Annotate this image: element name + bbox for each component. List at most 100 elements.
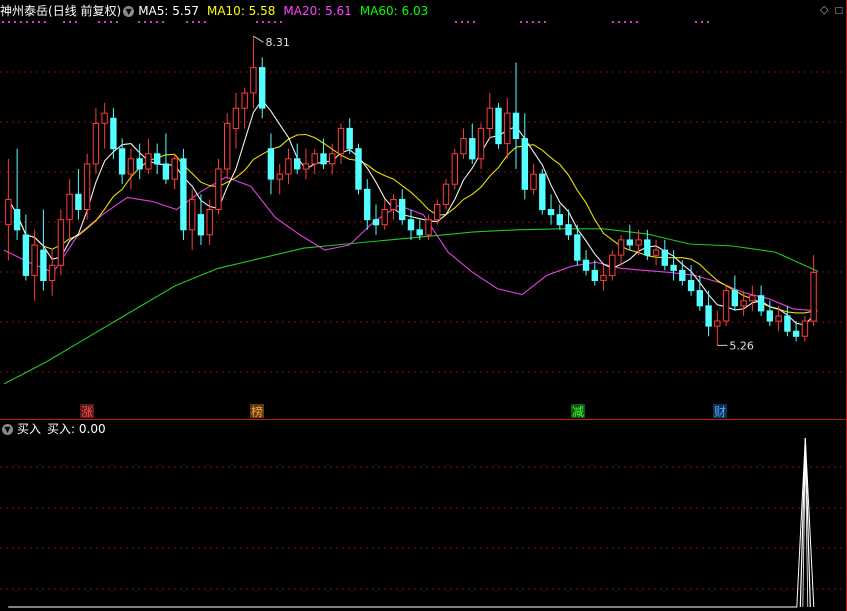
candle[interactable] <box>766 300 773 327</box>
svg-text:减: 减 <box>572 405 584 419</box>
candle[interactable] <box>346 118 353 154</box>
signal-dot <box>162 21 164 23</box>
chevron-down-icon[interactable]: ▼ <box>123 6 135 17</box>
period-label[interactable]: (日线 前复权) <box>48 2 121 20</box>
candle[interactable] <box>652 239 660 266</box>
candle[interactable] <box>477 123 485 169</box>
candle[interactable] <box>276 163 283 195</box>
candle[interactable] <box>521 113 528 200</box>
candle[interactable] <box>40 209 47 291</box>
top-dot-markers <box>2 21 709 23</box>
candle[interactable] <box>661 239 668 271</box>
chevron-down-icon[interactable]: ▼ <box>2 424 13 435</box>
candle[interactable] <box>206 199 213 246</box>
candle[interactable] <box>442 179 450 210</box>
candle[interactable] <box>801 315 809 342</box>
candle[interactable] <box>110 108 117 159</box>
candle[interactable] <box>31 229 38 301</box>
candle[interactable] <box>13 148 21 240</box>
event-marker[interactable]: 涨 <box>80 404 94 419</box>
candle[interactable] <box>714 310 721 346</box>
candle[interactable] <box>469 123 476 164</box>
event-marker[interactable]: 减 <box>571 404 585 419</box>
candle[interactable] <box>355 143 362 195</box>
stock-chart[interactable]: 8.31 5.26 涨 榜 减 财 <box>0 0 847 611</box>
candle[interactable] <box>810 255 817 327</box>
candle[interactable] <box>547 194 555 225</box>
candle[interactable] <box>399 189 406 225</box>
candle[interactable] <box>285 148 292 185</box>
candle[interactable] <box>224 113 231 180</box>
candle[interactable] <box>582 250 590 276</box>
candle[interactable] <box>609 250 616 281</box>
candle[interactable] <box>162 133 170 185</box>
candle[interactable] <box>679 260 686 286</box>
event-marker[interactable]: 财 <box>713 404 727 419</box>
candle[interactable] <box>294 143 301 175</box>
candle[interactable] <box>5 158 12 261</box>
candle[interactable] <box>92 108 100 175</box>
candle[interactable] <box>486 92 494 139</box>
square-icon[interactable]: □ <box>834 6 843 16</box>
candle[interactable] <box>66 179 73 240</box>
candle[interactable] <box>539 168 546 215</box>
signal-dot <box>26 21 28 23</box>
candle[interactable] <box>127 148 135 190</box>
candle[interactable] <box>215 158 222 215</box>
candle[interactable] <box>101 103 108 149</box>
candle[interactable] <box>530 163 537 195</box>
candle[interactable] <box>757 285 765 316</box>
signal-dot <box>256 21 258 23</box>
candle[interactable] <box>22 214 30 281</box>
candle[interactable] <box>189 189 196 251</box>
signal-dot <box>455 21 457 23</box>
candle[interactable] <box>617 234 625 266</box>
candle[interactable] <box>75 168 82 220</box>
candle[interactable] <box>504 98 511 159</box>
sub-indicator-name[interactable]: 买入 <box>17 422 41 436</box>
candle[interactable] <box>311 148 318 175</box>
candle[interactable] <box>451 148 459 190</box>
event-markers[interactable]: 涨榜减财 <box>80 404 727 419</box>
candle[interactable] <box>784 305 791 337</box>
candle[interactable] <box>600 265 607 291</box>
candlestick-series[interactable] <box>5 36 817 346</box>
candle[interactable] <box>302 148 310 180</box>
candle[interactable] <box>118 138 126 185</box>
candle[interactable] <box>626 224 633 251</box>
candle[interactable] <box>381 199 388 230</box>
candle[interactable] <box>154 143 161 175</box>
candle[interactable] <box>250 36 257 109</box>
candle[interactable] <box>460 128 467 159</box>
candle[interactable] <box>390 194 397 220</box>
stock-name[interactable]: 神州泰岳 <box>0 2 48 20</box>
candle[interactable] <box>136 143 143 180</box>
candle[interactable] <box>495 103 502 149</box>
candle[interactable] <box>364 179 371 230</box>
candle[interactable] <box>145 138 152 175</box>
buy-signal-line <box>8 437 815 608</box>
candle[interactable] <box>267 133 275 195</box>
candle[interactable] <box>722 285 730 327</box>
candle[interactable] <box>259 57 266 119</box>
candle[interactable] <box>512 62 520 169</box>
signal-dot <box>544 21 546 23</box>
candle[interactable] <box>232 92 240 149</box>
candle[interactable] <box>372 204 380 235</box>
candle[interactable] <box>337 123 345 164</box>
candle[interactable] <box>171 153 178 190</box>
candle[interactable] <box>407 209 415 240</box>
candle[interactable] <box>180 148 187 240</box>
diamond-icon[interactable]: ◇ <box>820 3 828 16</box>
signal-dot <box>198 21 200 23</box>
candle[interactable] <box>83 153 91 220</box>
candle[interactable] <box>749 285 756 311</box>
candle[interactable] <box>556 204 563 230</box>
signal-dot <box>526 21 528 23</box>
candle[interactable] <box>731 275 738 311</box>
candle[interactable] <box>320 138 327 169</box>
candle[interactable] <box>57 209 65 276</box>
signal-dot <box>618 21 620 23</box>
event-marker[interactable]: 榜 <box>250 404 264 419</box>
candle[interactable] <box>591 260 598 286</box>
